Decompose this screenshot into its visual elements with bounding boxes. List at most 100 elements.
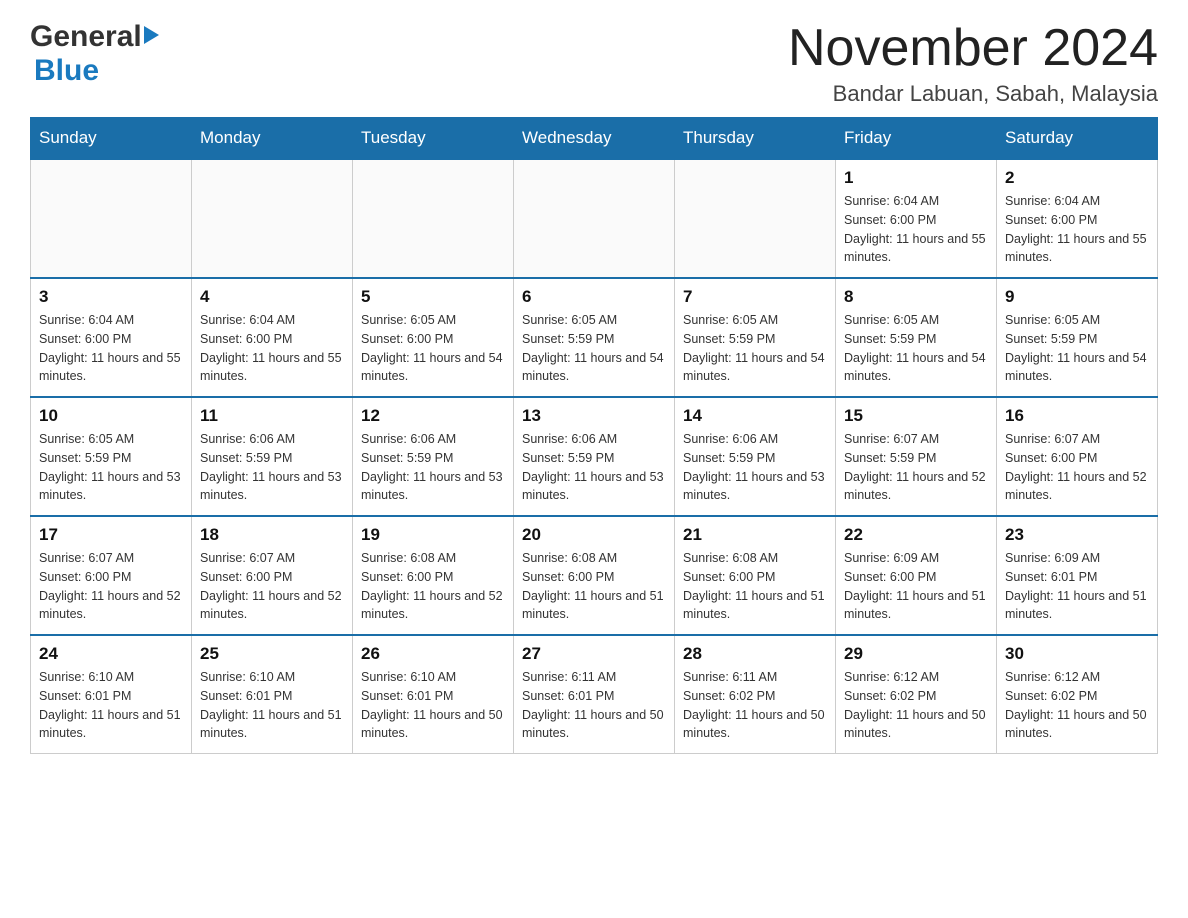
- day-number: 4: [200, 287, 344, 307]
- day-info: Sunrise: 6:04 AM Sunset: 6:00 PM Dayligh…: [200, 311, 344, 386]
- day-info: Sunrise: 6:06 AM Sunset: 5:59 PM Dayligh…: [522, 430, 666, 505]
- calendar-cell: 22 Sunrise: 6:09 AM Sunset: 6:00 PM Dayli…: [836, 516, 997, 635]
- day-info: Sunrise: 6:07 AM Sunset: 6:00 PM Dayligh…: [39, 549, 183, 624]
- calendar-week-row: 1 Sunrise: 6:04 AM Sunset: 6:00 PM Daylig…: [31, 159, 1158, 278]
- day-number: 22: [844, 525, 988, 545]
- day-info: Sunrise: 6:05 AM Sunset: 5:59 PM Dayligh…: [39, 430, 183, 505]
- weekday-header-friday: Friday: [836, 118, 997, 160]
- calendar-cell: 29Sunrise: 6:12 AM Sunset: 6:02 PM Dayli…: [836, 635, 997, 754]
- calendar-week-row: 17 Sunrise: 6:07 AM Sunset: 6:00 PM Dayli…: [31, 516, 1158, 635]
- day-number: 6: [522, 287, 666, 307]
- calendar-cell: 25 Sunrise: 6:10 AM Sunset: 6:01 PM Dayli…: [192, 635, 353, 754]
- calendar-cell: 16 Sunrise: 6:07 AM Sunset: 6:00 PM Dayli…: [997, 397, 1158, 516]
- calendar-cell: 28 Sunrise: 6:11 AM Sunset: 6:02 PM Dayli…: [675, 635, 836, 754]
- day-number: 8: [844, 287, 988, 307]
- day-number: 29: [844, 644, 988, 664]
- location: Bandar Labuan, Sabah, Malaysia: [788, 81, 1158, 107]
- calendar-cell: 4 Sunrise: 6:04 AM Sunset: 6:00 PM Daylig…: [192, 278, 353, 397]
- day-number: 25: [200, 644, 344, 664]
- calendar-cell: 12 Sunrise: 6:06 AM Sunset: 5:59 PM Dayli…: [353, 397, 514, 516]
- day-number: 1: [844, 168, 988, 188]
- day-number: 5: [361, 287, 505, 307]
- calendar-cell: 10 Sunrise: 6:05 AM Sunset: 5:59 PM Dayli…: [31, 397, 192, 516]
- day-number: 21: [683, 525, 827, 545]
- day-info: Sunrise: 6:07 AM Sunset: 6:00 PM Dayligh…: [1005, 430, 1149, 505]
- day-number: 26: [361, 644, 505, 664]
- day-info: Sunrise: 6:08 AM Sunset: 6:00 PM Dayligh…: [522, 549, 666, 624]
- day-info: Sunrise: 6:07 AM Sunset: 6:00 PM Dayligh…: [200, 549, 344, 624]
- day-number: 7: [683, 287, 827, 307]
- calendar-table: SundayMondayTuesdayWednesdayThursdayFrid…: [30, 117, 1158, 754]
- calendar-cell: 2Sunrise: 6:04 AM Sunset: 6:00 PM Daylig…: [997, 159, 1158, 278]
- calendar-cell: 11 Sunrise: 6:06 AM Sunset: 5:59 PM Dayli…: [192, 397, 353, 516]
- calendar-cell: 21 Sunrise: 6:08 AM Sunset: 6:00 PM Dayli…: [675, 516, 836, 635]
- calendar-cell: [31, 159, 192, 278]
- weekday-header-row: SundayMondayTuesdayWednesdayThursdayFrid…: [31, 118, 1158, 160]
- day-number: 28: [683, 644, 827, 664]
- day-number: 10: [39, 406, 183, 426]
- page-header: General Blue November 2024 Bandar Labuan…: [30, 20, 1158, 107]
- day-number: 3: [39, 287, 183, 307]
- day-number: 14: [683, 406, 827, 426]
- calendar-cell: 3 Sunrise: 6:04 AM Sunset: 6:00 PM Daylig…: [31, 278, 192, 397]
- day-info: Sunrise: 6:08 AM Sunset: 6:00 PM Dayligh…: [683, 549, 827, 624]
- calendar-cell: 1 Sunrise: 6:04 AM Sunset: 6:00 PM Daylig…: [836, 159, 997, 278]
- weekday-header-wednesday: Wednesday: [514, 118, 675, 160]
- calendar-week-row: 3 Sunrise: 6:04 AM Sunset: 6:00 PM Daylig…: [31, 278, 1158, 397]
- day-info: Sunrise: 6:06 AM Sunset: 5:59 PM Dayligh…: [200, 430, 344, 505]
- day-info: Sunrise: 6:07 AM Sunset: 5:59 PM Dayligh…: [844, 430, 988, 505]
- logo: General Blue: [30, 20, 159, 88]
- calendar-cell: 18 Sunrise: 6:07 AM Sunset: 6:00 PM Dayli…: [192, 516, 353, 635]
- day-number: 12: [361, 406, 505, 426]
- calendar-cell: 7 Sunrise: 6:05 AM Sunset: 5:59 PM Daylig…: [675, 278, 836, 397]
- calendar-cell: 6 Sunrise: 6:05 AM Sunset: 5:59 PM Daylig…: [514, 278, 675, 397]
- day-number: 23: [1005, 525, 1149, 545]
- day-number: 20: [522, 525, 666, 545]
- day-info: Sunrise: 6:12 AM Sunset: 6:02 PM Dayligh…: [1005, 668, 1149, 743]
- day-number: 17: [39, 525, 183, 545]
- day-info: Sunrise: 6:11 AM Sunset: 6:02 PM Dayligh…: [683, 668, 827, 743]
- logo-general-text: General: [30, 20, 142, 54]
- day-number: 11: [200, 406, 344, 426]
- day-info: Sunrise: 6:04 AM Sunset: 6:00 PM Dayligh…: [844, 192, 988, 267]
- day-number: 19: [361, 525, 505, 545]
- calendar-cell: [514, 159, 675, 278]
- day-info: Sunrise: 6:06 AM Sunset: 5:59 PM Dayligh…: [361, 430, 505, 505]
- calendar-cell: 26Sunrise: 6:10 AM Sunset: 6:01 PM Dayli…: [353, 635, 514, 754]
- day-info: Sunrise: 6:09 AM Sunset: 6:00 PM Dayligh…: [844, 549, 988, 624]
- day-info: Sunrise: 6:10 AM Sunset: 6:01 PM Dayligh…: [200, 668, 344, 743]
- calendar-cell: [192, 159, 353, 278]
- calendar-cell: 8Sunrise: 6:05 AM Sunset: 5:59 PM Daylig…: [836, 278, 997, 397]
- day-number: 16: [1005, 406, 1149, 426]
- calendar-cell: [675, 159, 836, 278]
- day-info: Sunrise: 6:05 AM Sunset: 5:59 PM Dayligh…: [522, 311, 666, 386]
- day-number: 30: [1005, 644, 1149, 664]
- weekday-header-monday: Monday: [192, 118, 353, 160]
- calendar-week-row: 10 Sunrise: 6:05 AM Sunset: 5:59 PM Dayli…: [31, 397, 1158, 516]
- day-info: Sunrise: 6:09 AM Sunset: 6:01 PM Dayligh…: [1005, 549, 1149, 624]
- calendar-cell: 14 Sunrise: 6:06 AM Sunset: 5:59 PM Dayli…: [675, 397, 836, 516]
- day-info: Sunrise: 6:05 AM Sunset: 5:59 PM Dayligh…: [683, 311, 827, 386]
- day-info: Sunrise: 6:08 AM Sunset: 6:00 PM Dayligh…: [361, 549, 505, 624]
- day-info: Sunrise: 6:10 AM Sunset: 6:01 PM Dayligh…: [39, 668, 183, 743]
- logo-arrow-icon: [144, 26, 159, 44]
- calendar-cell: 27 Sunrise: 6:11 AM Sunset: 6:01 PM Dayli…: [514, 635, 675, 754]
- calendar-cell: 23 Sunrise: 6:09 AM Sunset: 6:01 PM Dayli…: [997, 516, 1158, 635]
- day-number: 24: [39, 644, 183, 664]
- month-title: November 2024: [788, 20, 1158, 77]
- weekday-header-sunday: Sunday: [31, 118, 192, 160]
- logo-blue-text: Blue: [34, 54, 99, 87]
- calendar-cell: [353, 159, 514, 278]
- day-info: Sunrise: 6:11 AM Sunset: 6:01 PM Dayligh…: [522, 668, 666, 743]
- day-info: Sunrise: 6:05 AM Sunset: 6:00 PM Dayligh…: [361, 311, 505, 386]
- calendar-cell: 24 Sunrise: 6:10 AM Sunset: 6:01 PM Dayli…: [31, 635, 192, 754]
- title-block: November 2024 Bandar Labuan, Sabah, Mala…: [788, 20, 1158, 107]
- day-info: Sunrise: 6:06 AM Sunset: 5:59 PM Dayligh…: [683, 430, 827, 505]
- day-number: 27: [522, 644, 666, 664]
- calendar-cell: 15Sunrise: 6:07 AM Sunset: 5:59 PM Dayli…: [836, 397, 997, 516]
- calendar-week-row: 24 Sunrise: 6:10 AM Sunset: 6:01 PM Dayli…: [31, 635, 1158, 754]
- day-number: 18: [200, 525, 344, 545]
- weekday-header-tuesday: Tuesday: [353, 118, 514, 160]
- calendar-cell: 19 Sunrise: 6:08 AM Sunset: 6:00 PM Dayli…: [353, 516, 514, 635]
- day-info: Sunrise: 6:04 AM Sunset: 6:00 PM Dayligh…: [39, 311, 183, 386]
